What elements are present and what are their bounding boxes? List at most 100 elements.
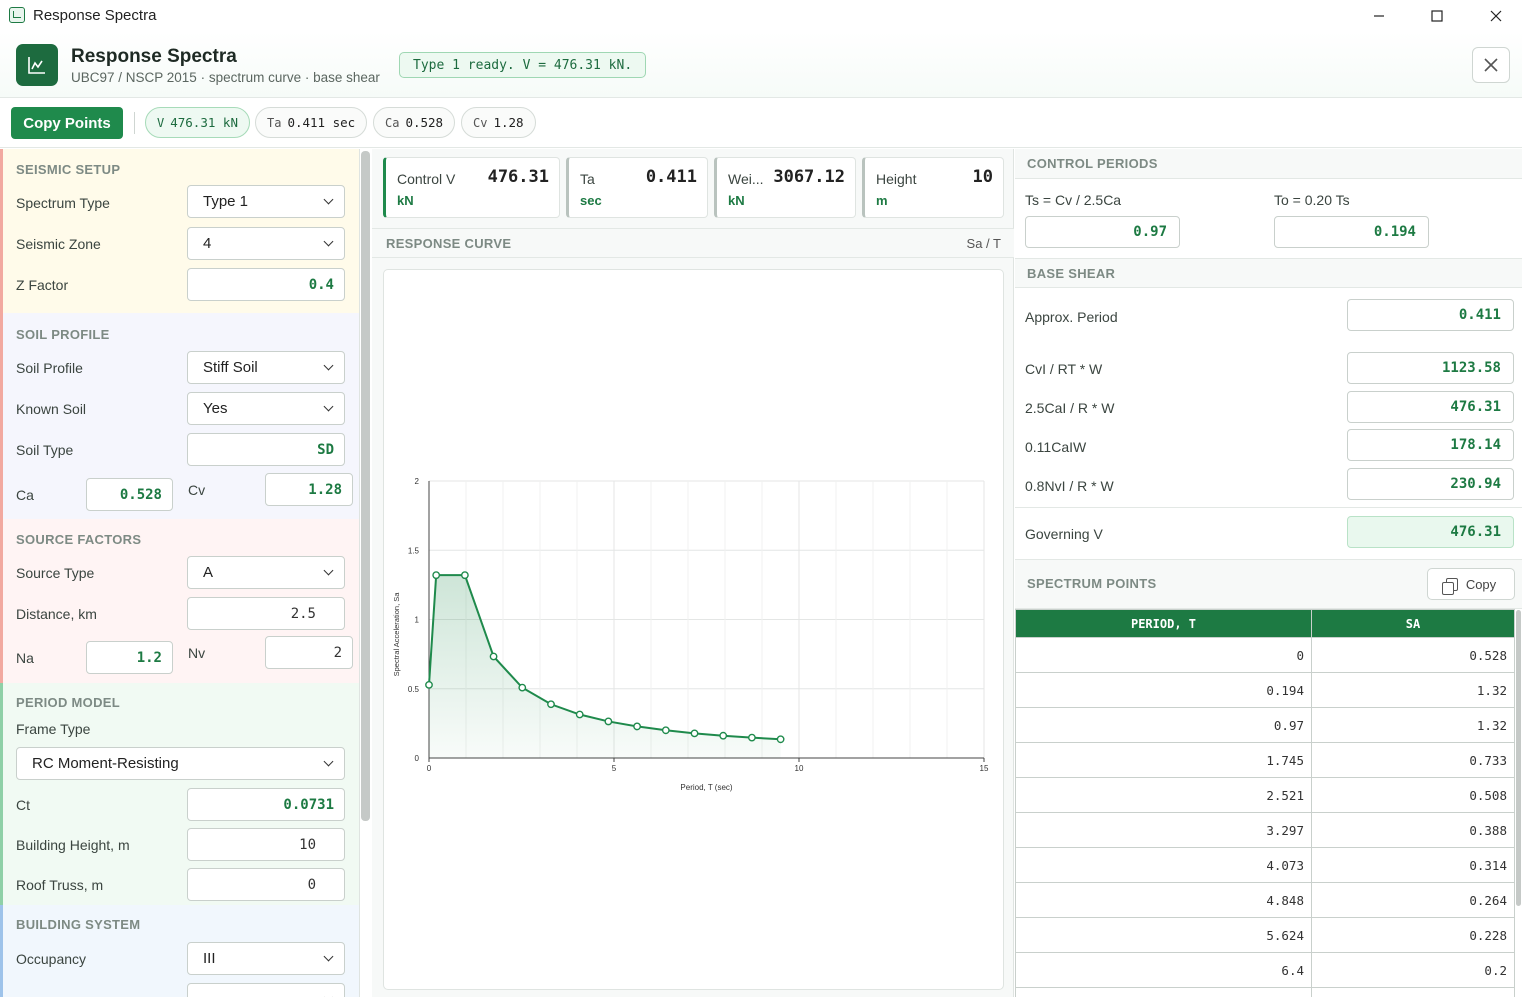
section-title: SOURCE FACTORS: [16, 532, 142, 547]
table-row[interactable]: 6.4 0.2: [1015, 952, 1515, 988]
curve-unit: Sa / T: [966, 236, 1001, 251]
left-panel-scrollbar[interactable]: [361, 151, 370, 821]
kpi-height: Height 10 m: [862, 157, 1004, 218]
kpi-control-v: Control V 476.31 kN: [383, 157, 560, 218]
y-tick-label: 0: [415, 754, 420, 763]
chip-period: Ta 0.411 sec: [255, 107, 368, 138]
close-panel-button[interactable]: [1472, 47, 1510, 83]
sa-cell: 0.528: [1311, 637, 1515, 673]
kpi-period: Ta 0.411 sec: [566, 157, 708, 218]
ct-input[interactable]: 0.0731: [187, 788, 345, 821]
sa-cell: 0.388: [1311, 812, 1515, 848]
sa-cell: 0.733: [1311, 742, 1515, 778]
seismic-zone-select[interactable]: 4: [187, 227, 345, 260]
data-point: [425, 680, 433, 689]
source-factors-section: SOURCE FACTORS Source Type A Distance, k…: [0, 519, 359, 683]
field-label: Source Type: [16, 565, 95, 581]
soil-profile-select[interactable]: Stiff Soil: [187, 351, 345, 384]
summary-panel: CONTROL PERIODS Ts = Cv / 2.5Ca 0.97 To …: [1015, 149, 1522, 997]
divider: [1015, 507, 1522, 508]
sa-cell: 1.32: [1311, 707, 1515, 743]
y-tick-label: 0.5: [408, 685, 420, 694]
to-value: 0.194: [1274, 216, 1429, 248]
response-chart-card: 0 5 10 15 0 0.5 1 1.5 2 Period, T (sec) Spectral A…: [383, 269, 1004, 990]
field-label: Distance, km: [16, 606, 97, 622]
period-cell: 0.97: [1015, 707, 1312, 743]
field-label: Ca: [16, 487, 34, 503]
roof-truss-input[interactable]: 0: [187, 868, 345, 901]
field-label: Frame Type: [16, 721, 91, 737]
data-point: [661, 726, 670, 735]
table-scrollbar[interactable]: [1516, 610, 1521, 906]
spectrum-area: [429, 575, 781, 758]
period-cell: 6.4: [1015, 952, 1312, 988]
response-curve-header: RESPONSE CURVE Sa / T: [372, 228, 1014, 258]
min-shear-value: 178.14: [1347, 429, 1514, 461]
table-row[interactable]: 2.521 0.508: [1015, 777, 1515, 813]
data-point: [518, 683, 527, 692]
frame-type-select[interactable]: RC Moment-Resisting: [16, 747, 345, 780]
period-cell: [1015, 987, 1312, 997]
z-factor-input[interactable]: 0.4: [187, 268, 345, 301]
table-row[interactable]: 4.073 0.314: [1015, 847, 1515, 883]
field-label: Z Factor: [16, 277, 69, 293]
next-select[interactable]: [187, 983, 345, 997]
governing-v-label: Governing V: [1025, 526, 1103, 542]
input-panel: SEISMIC SETUP Spectrum Type Type 1 Seism…: [0, 149, 360, 997]
y-axis-label: Spectral Acceleration, Sa: [392, 592, 401, 677]
sa-cell: 1.32: [1311, 672, 1515, 708]
spectrum-points-table: PERIOD, T SA 0 0.528 0.194 1.32 0.97 1.32 1…: [1015, 609, 1515, 997]
to-label: To = 0.20 Ts: [1274, 192, 1350, 208]
copy-icon: [1441, 577, 1458, 595]
maximize-button[interactable]: [1414, 0, 1460, 32]
section-title: SOIL PROFILE: [16, 327, 110, 342]
window-titlebar: Response Spectra: [0, 0, 1522, 32]
minimize-icon: [1374, 15, 1384, 17]
sa-cell: 0.314: [1311, 847, 1515, 883]
ca-input[interactable]: 0.528: [86, 478, 173, 511]
data-point: [633, 722, 641, 731]
na-input[interactable]: 1.2: [86, 641, 173, 674]
x-tick-label: 10: [795, 764, 804, 773]
ca-cap-value: 476.31: [1347, 391, 1514, 423]
period-model-section: PERIOD MODEL Frame Type RC Moment-Resist…: [0, 683, 359, 905]
period-cell: 2.521: [1015, 777, 1312, 813]
approx-period-label: Approx. Period: [1025, 309, 1118, 325]
app-header: Response Spectra UBC97 / NSCP 2015 · spe…: [0, 32, 1522, 98]
table-row[interactable]: 3.297 0.388: [1015, 812, 1515, 848]
field-label: Cv: [188, 482, 206, 498]
source-type-select[interactable]: A: [187, 556, 345, 589]
app-icon: [9, 7, 25, 23]
x-axis-label: Period, T (sec): [680, 783, 733, 792]
toolbar-divider: [134, 112, 135, 134]
building-height-input[interactable]: 10: [187, 828, 345, 861]
cv-input[interactable]: 1.28: [265, 473, 353, 506]
spectrum-type-select[interactable]: Type 1: [187, 185, 345, 218]
field-label: Nv: [188, 645, 206, 661]
sa-cell: 0.264: [1311, 882, 1515, 918]
table-row[interactable]: 0 0.528: [1015, 637, 1515, 673]
table-row[interactable]: 4.848 0.264: [1015, 882, 1515, 918]
table-row[interactable]: 0.194 1.32: [1015, 672, 1515, 708]
field-label: Seismic Zone: [16, 236, 101, 252]
known-soil-select[interactable]: Yes: [187, 392, 345, 425]
table-row[interactable]: 1.745 0.733: [1015, 742, 1515, 778]
copy-points-button[interactable]: Copy Points: [11, 107, 123, 139]
soil-type-input[interactable]: SD: [187, 433, 345, 466]
chip-cv: Cv 1.28: [461, 107, 536, 138]
nv-input[interactable]: 2: [265, 636, 353, 669]
toolbar: Copy Points V 476.31 kN Ta 0.411 sec Ca 0.5…: [0, 98, 1522, 148]
minimize-button[interactable]: [1356, 0, 1402, 32]
data-point: [719, 731, 728, 740]
seismic-setup-section: SEISMIC SETUP Spectrum Type Type 1 Seism…: [0, 149, 359, 313]
distance-input[interactable]: 2.5: [187, 597, 345, 630]
occupancy-select[interactable]: III: [187, 942, 345, 975]
table-row[interactable]: 0.97 1.32: [1015, 707, 1515, 743]
period-cell: 1.745: [1015, 742, 1312, 778]
page-title: Response Spectra: [71, 46, 237, 67]
governing-v-value: 476.31: [1347, 516, 1514, 548]
table-row[interactable]: 5.624 0.228: [1015, 917, 1515, 953]
copy-table-button[interactable]: Copy: [1427, 568, 1515, 600]
window-close-button[interactable]: [1473, 0, 1519, 32]
table-row[interactable]: [1015, 987, 1515, 997]
